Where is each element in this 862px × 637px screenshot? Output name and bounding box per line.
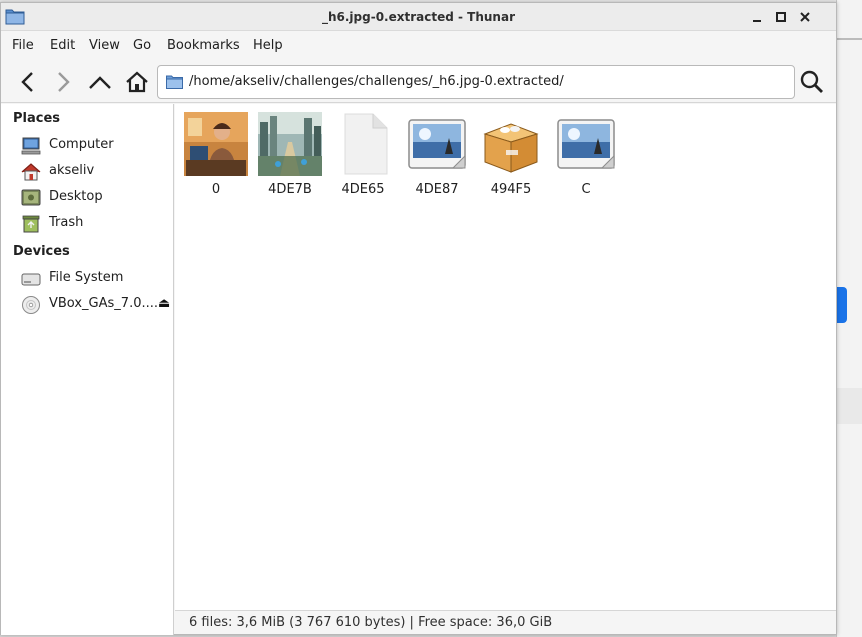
sidebar-item-file-system[interactable]: File System (21, 267, 171, 291)
trash-icon (22, 215, 40, 233)
sidebar-item-label: Trash (49, 215, 84, 230)
thunar-window: _h6.jpg-0.extracted - Thunar File Edit V… (0, 2, 837, 635)
sidebar-item-label: File System (49, 270, 124, 285)
close-button[interactable] (795, 7, 815, 27)
file-item[interactable]: 4DE65 (328, 110, 398, 200)
sidebar-item-label: akseliv (49, 163, 95, 178)
menu-help[interactable]: Help (253, 38, 283, 53)
location-bar[interactable]: /home/akseliv/challenges/challenges/_h6.… (157, 65, 795, 99)
sidebar-item-label: Computer (49, 137, 114, 152)
forward-arrow-icon (58, 72, 70, 92)
image-file-icon (408, 119, 466, 169)
search-button[interactable] (797, 67, 827, 97)
location-path[interactable]: /home/akseliv/challenges/challenges/_h6.… (189, 74, 564, 89)
file-name: 0 (211, 182, 221, 197)
menu-bar: File Edit View Go Bookmarks Help (1, 33, 836, 59)
status-text: 6 files: 3,6 MiB (3 767 610 bytes) | Fre… (189, 615, 553, 630)
menu-go[interactable]: Go (133, 38, 151, 53)
close-icon (800, 12, 810, 22)
file-view[interactable]: 0 4DE7B 4DE65 4DE87 494F5 C (175, 104, 836, 610)
places-heading: Places (13, 111, 61, 126)
drive-icon (21, 273, 41, 286)
file-name: 4DE65 (341, 182, 385, 197)
image-file-icon (557, 119, 615, 169)
search-icon (800, 70, 823, 93)
optical-disc-icon (22, 296, 40, 314)
package-archive-icon (483, 123, 539, 173)
background-window (836, 0, 862, 637)
file-name: C (581, 182, 591, 197)
file-item[interactable]: 494F5 (476, 110, 546, 200)
menu-file[interactable]: File (12, 38, 34, 53)
up-button[interactable] (85, 67, 115, 97)
sidebar-item-desktop[interactable]: Desktop (21, 186, 171, 210)
back-arrow-icon (21, 72, 33, 92)
minimize-icon (753, 20, 761, 22)
background-divider (837, 38, 862, 40)
menu-view[interactable]: View (89, 38, 120, 53)
eject-icon[interactable]: ⏏ (158, 296, 170, 311)
sidebar-item-label: VBox_GAs_7.0.... (49, 296, 159, 311)
sidebar-item-label: Desktop (49, 189, 103, 204)
menu-bookmarks[interactable]: Bookmarks (167, 38, 240, 53)
sidebar-item-vbox-gas[interactable]: VBox_GAs_7.0.... ⏏ (21, 293, 171, 317)
file-item[interactable]: 0 (181, 110, 251, 200)
file-name: 494F5 (490, 182, 532, 197)
background-button (837, 287, 847, 323)
image-thumbnail-city-icon (258, 112, 322, 176)
home-button[interactable] (122, 67, 152, 97)
title-bar[interactable]: _h6.jpg-0.extracted - Thunar (1, 3, 836, 31)
maximize-button[interactable] (771, 7, 791, 27)
file-name: 4DE87 (415, 182, 459, 197)
toolbar: /home/akseliv/challenges/challenges/_h6.… (1, 61, 836, 103)
home-icon (126, 71, 148, 93)
folder-icon (166, 75, 183, 89)
forward-button[interactable] (48, 67, 78, 97)
file-item[interactable]: C (551, 110, 621, 200)
maximize-icon (776, 12, 786, 22)
file-item[interactable]: 4DE87 (402, 110, 472, 200)
up-arrow-icon (89, 76, 111, 89)
menu-edit[interactable]: Edit (50, 38, 75, 53)
file-name: 4DE7B (268, 182, 312, 197)
desktop-icon (21, 189, 41, 206)
sidebar-item-trash[interactable]: Trash (21, 212, 171, 236)
status-bar: 6 files: 3,6 MiB (3 767 610 bytes) | Fre… (175, 610, 836, 634)
computer-icon (21, 137, 41, 155)
image-thumbnail-person-icon (184, 112, 248, 176)
minimize-button[interactable] (747, 7, 767, 27)
sidebar-item-home[interactable]: akseliv (21, 160, 171, 184)
background-panel (837, 388, 862, 424)
home-folder-icon (21, 163, 41, 181)
file-item[interactable]: 4DE7B (255, 110, 325, 200)
sidebar: Places Computer akseliv Desktop Trash De… (1, 104, 174, 635)
sidebar-item-computer[interactable]: Computer (21, 134, 171, 158)
devices-heading: Devices (13, 244, 70, 259)
blank-document-icon (344, 113, 388, 175)
window-title: _h6.jpg-0.extracted - Thunar (321, 10, 515, 24)
back-button[interactable] (13, 67, 43, 97)
